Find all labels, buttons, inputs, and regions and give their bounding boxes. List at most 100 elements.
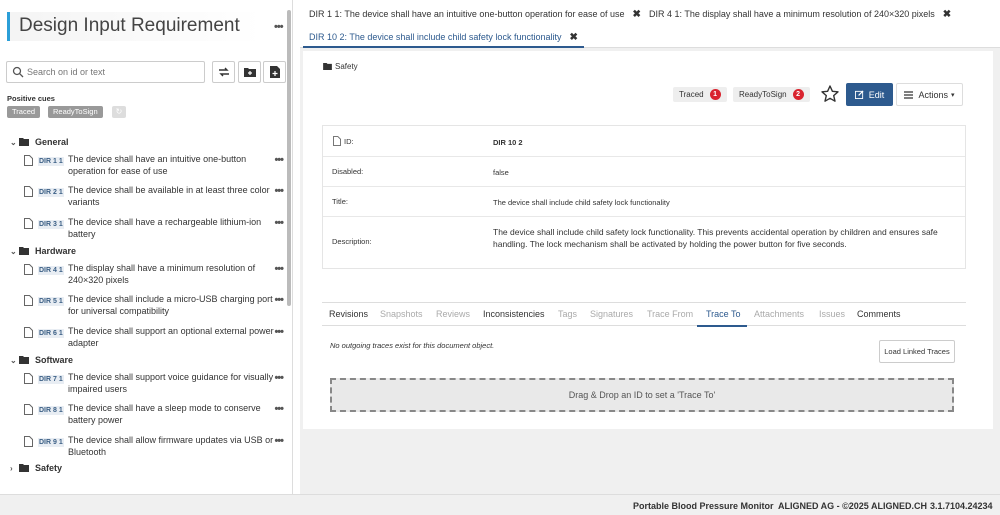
tree-group-software[interactable]: ⌄ Software — [10, 353, 73, 367]
item-text: The device shall have a sleep mode to co… — [68, 403, 261, 425]
status-count: 2 — [792, 89, 804, 100]
doc-tab-active[interactable]: DIR 10 2: The device shall include child… — [303, 26, 584, 48]
tab-signatures[interactable]: Signatures — [590, 309, 633, 319]
item-menu-icon[interactable]: ••• — [274, 436, 284, 447]
footer-company: ALIGNED AG - ©2025 ALIGNED.CH — [778, 501, 927, 511]
item-menu-icon[interactable]: ••• — [274, 264, 284, 275]
document-icon — [24, 436, 33, 447]
item-menu-icon[interactable]: ••• — [274, 404, 284, 415]
status-badge-readytosign[interactable]: ReadyToSign 2 — [733, 87, 810, 102]
folder-icon — [19, 356, 29, 364]
sidebar: Design Input Requirement ••• Positive cu… — [0, 0, 293, 494]
swap-icon — [218, 67, 229, 77]
item-id: DIR 1 1 — [38, 157, 64, 166]
document-icon — [24, 404, 33, 415]
add-folder-button[interactable] — [238, 61, 261, 83]
close-icon[interactable]: ✖ — [569, 32, 577, 43]
tab-issues[interactable]: Issues — [819, 309, 845, 319]
tab-snapshots[interactable]: Snapshots — [380, 309, 423, 319]
tab-revisions[interactable]: Revisions — [329, 309, 368, 319]
file-plus-icon — [269, 66, 280, 78]
property-row: Disabled: false — [323, 157, 965, 187]
doc-tab[interactable]: DIR 1 1: The device shall have an intuit… — [309, 3, 641, 25]
detail-tabs: Revisions Snapshots Reviews Inconsistenc… — [322, 302, 966, 327]
trace-dropzone[interactable]: Drag & Drop an ID to set a 'Trace To' — [330, 378, 954, 412]
tab-attachments[interactable]: Attachments — [754, 309, 804, 319]
sync-button[interactable] — [212, 61, 235, 83]
empty-message: No outgoing traces exist for this docume… — [330, 341, 495, 350]
folder-plus-icon — [243, 68, 256, 77]
document-view: Safety Traced 1 ReadyToSign 2 Edit Actio… — [303, 51, 993, 429]
item-id: DIR 2 1 — [38, 188, 64, 197]
folder-icon — [19, 247, 29, 255]
tree-item[interactable]: DIR 3 1 The device shall have a recharge… — [24, 216, 286, 244]
cue-traced[interactable]: Traced — [7, 106, 41, 118]
item-menu-icon[interactable]: ••• — [274, 186, 284, 197]
document-icon — [24, 264, 33, 275]
item-menu-icon[interactable]: ••• — [274, 327, 284, 338]
item-text: The device shall have a rechargeable lit… — [68, 217, 262, 239]
chevron-right-icon: › — [10, 463, 13, 473]
edit-icon — [854, 90, 864, 99]
tree-group-general[interactable]: ⌄ General — [10, 135, 69, 149]
property-label: Title: — [332, 197, 348, 206]
list-icon — [904, 90, 914, 99]
folder-icon — [19, 464, 29, 472]
tree-item[interactable]: DIR 7 1 The device shall support voice g… — [24, 371, 286, 399]
search-input[interactable] — [27, 65, 197, 79]
add-document-button[interactable] — [263, 61, 286, 83]
document-icon — [24, 327, 33, 338]
tree-item[interactable]: DIR 9 1 The device shall allow firmware … — [24, 434, 286, 462]
tab-trace-to[interactable]: Trace To — [706, 309, 741, 319]
item-menu-icon[interactable]: ••• — [274, 218, 284, 229]
cue-readytosign[interactable]: ReadyToSign — [48, 106, 103, 118]
chevron-down-icon: ⌄ — [10, 137, 17, 147]
sidebar-menu-icon[interactable]: ••• — [274, 22, 284, 33]
tree-item[interactable]: DIR 2 1 The device shall be available in… — [24, 184, 286, 212]
property-label: Disabled: — [332, 167, 364, 176]
active-tab-indicator — [697, 325, 747, 327]
item-text: The device shall support an optional ext… — [68, 326, 274, 348]
item-id: DIR 4 1 — [38, 266, 64, 275]
tree-group-hardware[interactable]: ⌄ Hardware — [10, 244, 76, 258]
star-icon[interactable] — [820, 84, 840, 104]
sidebar-scrollbar[interactable] — [287, 10, 291, 306]
tab-tags[interactable]: Tags — [558, 309, 577, 319]
breadcrumb[interactable]: Safety — [323, 62, 358, 71]
doc-tab[interactable]: DIR 4 1: The display shall have a minimu… — [649, 3, 951, 25]
tree-item[interactable]: DIR 8 1 The device shall have a sleep mo… — [24, 402, 286, 430]
tree-group-label: Software — [35, 355, 74, 365]
property-value: DIR 10 2 — [493, 138, 523, 147]
doc-tab-label: DIR 1 1: The device shall have an intuit… — [309, 9, 625, 19]
refresh-icon[interactable]: ↻ — [112, 106, 126, 118]
tree-item[interactable]: DIR 4 1 The display shall have a minimum… — [24, 262, 286, 290]
tab-trace-from[interactable]: Trace From — [647, 309, 693, 319]
tree-item[interactable]: DIR 6 1 The device shall support an opti… — [24, 325, 286, 353]
item-menu-icon[interactable]: ••• — [274, 155, 284, 166]
tab-inconsistencies[interactable]: Inconsistencies — [483, 309, 545, 319]
item-menu-icon[interactable]: ••• — [274, 295, 284, 306]
tree-item[interactable]: DIR 5 1 The device shall include a micro… — [24, 293, 286, 321]
property-row: Description: The device shall include ch… — [323, 217, 965, 268]
item-id: DIR 3 1 — [38, 220, 64, 229]
document-icon — [24, 186, 33, 197]
edit-button[interactable]: Edit — [846, 83, 893, 106]
property-value: The device shall include child safety lo… — [493, 198, 670, 207]
cues-label: Positive cues — [7, 94, 55, 103]
tab-comments[interactable]: Comments — [857, 309, 901, 319]
tab-reviews[interactable]: Reviews — [436, 309, 470, 319]
tree-group-safety[interactable]: › Safety — [10, 461, 62, 475]
close-icon[interactable]: ✖ — [633, 9, 641, 20]
load-linked-traces-button[interactable]: Load Linked Traces — [879, 340, 955, 363]
close-icon[interactable]: ✖ — [943, 9, 951, 20]
tree-item[interactable]: DIR 1 1 The device shall have an intuiti… — [24, 153, 286, 181]
footer-project: Portable Blood Pressure Monitor — [633, 501, 774, 511]
status-badge-traced[interactable]: Traced 1 — [673, 87, 727, 102]
item-id: DIR 5 1 — [38, 297, 64, 306]
search-box[interactable] — [6, 61, 205, 83]
item-menu-icon[interactable]: ••• — [274, 373, 284, 384]
document-icon — [24, 218, 33, 229]
item-text: The display shall have a minimum resolut… — [68, 263, 256, 285]
tree-group-label: Safety — [35, 463, 63, 473]
actions-button[interactable]: Actions ▾ — [896, 83, 963, 106]
